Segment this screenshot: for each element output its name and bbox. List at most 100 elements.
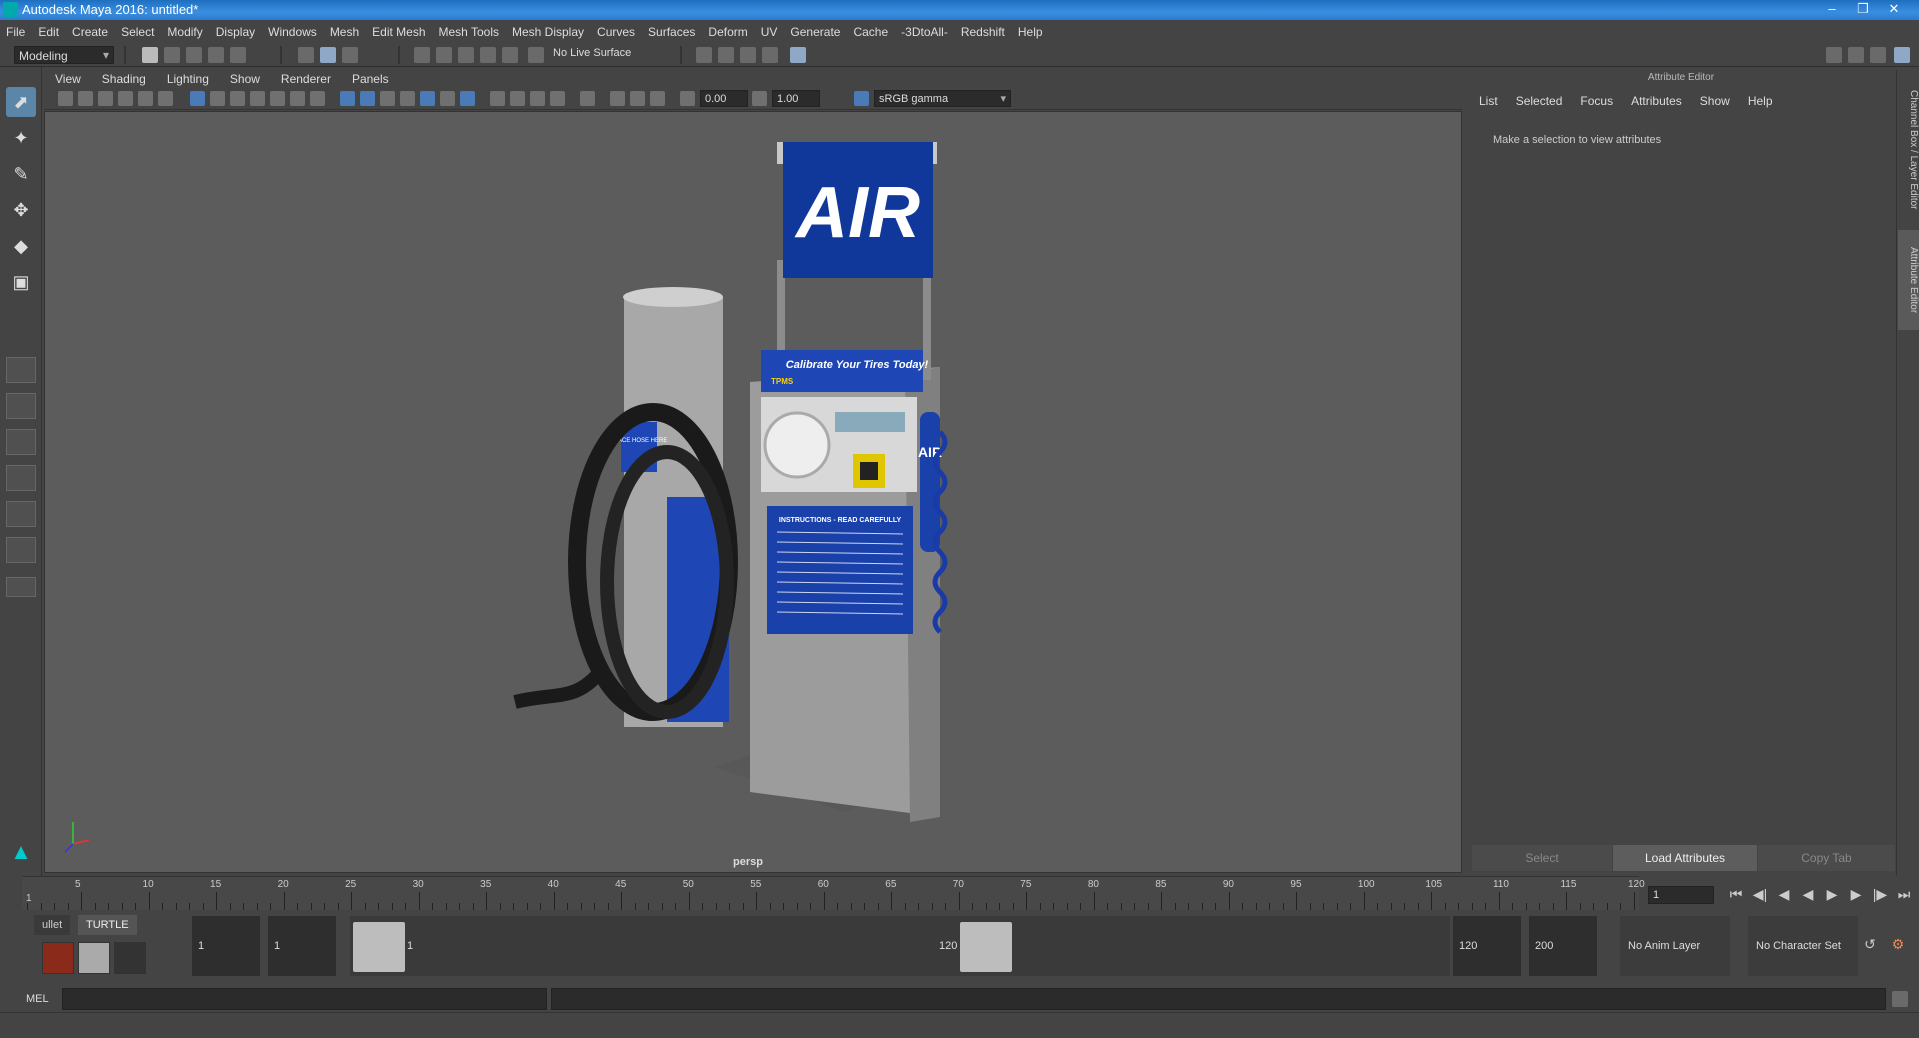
step-back-frame-icon[interactable]: ◀ [1774, 886, 1794, 903]
use-all-lights-icon[interactable] [440, 91, 455, 106]
camera-icon[interactable] [58, 91, 73, 106]
load-attributes-button[interactable]: Load Attributes [1613, 845, 1757, 871]
menu-curves[interactable]: Curves [597, 25, 635, 39]
outliner-layout-icon[interactable] [6, 465, 36, 491]
menu-uv[interactable]: UV [761, 25, 778, 39]
gamma-icon[interactable] [752, 91, 767, 106]
menu-3dtoall[interactable]: -3DtoAll- [901, 25, 948, 39]
surface-sphere-icon[interactable] [114, 942, 146, 974]
channel-box-tab[interactable]: Channel Box / Layer Editor [1898, 80, 1919, 220]
playback-start-field[interactable]: 1 [268, 916, 336, 976]
menu-mesh[interactable]: Mesh [330, 25, 359, 39]
texture-bake-icon[interactable] [78, 942, 110, 974]
motion-blur-icon[interactable] [510, 91, 525, 106]
exposure-field[interactable]: 0.00 [700, 90, 748, 107]
scale-tool-icon[interactable]: ▣ [6, 267, 36, 297]
modeling-toolkit-icon[interactable] [1826, 47, 1842, 63]
screen-space-ao-icon[interactable] [490, 91, 505, 106]
minimize-button[interactable]: – [1818, 0, 1846, 18]
close-button[interactable]: ✕ [1880, 0, 1908, 18]
ipr-render-icon[interactable] [740, 47, 756, 63]
shadows-icon[interactable] [460, 91, 475, 106]
menu-redshift[interactable]: Redshift [961, 25, 1005, 39]
wireframe-icon[interactable] [340, 91, 355, 106]
resolution-gate-icon[interactable] [230, 91, 245, 106]
play-forward-icon[interactable]: ▶ [1822, 886, 1842, 903]
2d-pan-zoom-icon[interactable] [138, 91, 153, 106]
xray-joints-icon[interactable] [630, 91, 645, 106]
menu-windows[interactable]: Windows [268, 25, 317, 39]
film-gate-icon[interactable] [210, 91, 225, 106]
select-tool-icon[interactable]: ⬈ [6, 87, 36, 117]
viewport-menu-shading[interactable]: Shading [102, 72, 146, 86]
attr-menu-focus[interactable]: Focus [1580, 94, 1613, 108]
menu-mesh-tools[interactable]: Mesh Tools [439, 25, 499, 39]
move-tool-icon[interactable]: ✥ [6, 195, 36, 225]
anim-layer-selector[interactable]: No Anim Layer [1620, 916, 1730, 976]
go-to-start-icon[interactable]: ⏮ [1726, 886, 1746, 903]
bake-tool-icon[interactable] [42, 942, 74, 974]
undo-icon[interactable] [208, 47, 224, 63]
textured-icon[interactable] [420, 91, 435, 106]
more-layouts-icon[interactable] [6, 577, 36, 597]
range-end-handle[interactable] [960, 922, 1012, 972]
menu-generate[interactable]: Generate [790, 25, 840, 39]
hypershade-icon[interactable] [790, 47, 806, 63]
step-back-key-icon[interactable]: ◀| [1750, 886, 1770, 903]
single-view-layout-icon[interactable] [6, 357, 36, 383]
snap-grid-icon[interactable] [414, 47, 430, 63]
color-space-selector[interactable]: sRGB gamma ▾ [874, 90, 1011, 107]
menu-select[interactable]: Select [121, 25, 154, 39]
viewport-persp[interactable]: VACUUM PLACE HOSE HERE AIR Calibrate You… [44, 111, 1462, 873]
image-plane-icon[interactable] [118, 91, 133, 106]
menu-create[interactable]: Create [72, 25, 108, 39]
attribute-editor-toggle-icon[interactable] [1848, 47, 1864, 63]
menu-file[interactable]: File [6, 25, 25, 39]
step-forward-frame-icon[interactable]: ▶ [1846, 886, 1866, 903]
snap-surface-icon[interactable] [502, 47, 518, 63]
render-current-frame-icon[interactable] [718, 47, 734, 63]
live-surface-icon[interactable] [528, 47, 544, 63]
end-time-field[interactable]: 200 [1529, 916, 1597, 976]
wireframe-on-shaded-icon[interactable] [400, 91, 415, 106]
attr-menu-selected[interactable]: Selected [1516, 94, 1563, 108]
save-scene-icon[interactable] [186, 47, 202, 63]
attr-menu-attributes[interactable]: Attributes [1631, 94, 1682, 108]
maximize-button[interactable]: ❐ [1849, 0, 1877, 18]
snap-point-icon[interactable] [458, 47, 474, 63]
auto-key-icon[interactable]: ↺ [1860, 936, 1880, 953]
safe-action-icon[interactable] [290, 91, 305, 106]
four-view-layout-icon[interactable] [6, 393, 36, 419]
character-set-selector[interactable]: No Character Set [1748, 916, 1858, 976]
graph-layout-icon[interactable] [6, 501, 36, 527]
shelf-tab-bullet[interactable]: ullet [34, 915, 71, 935]
color-management-icon[interactable] [854, 91, 869, 106]
menu-edit-mesh[interactable]: Edit Mesh [372, 25, 425, 39]
attr-menu-show[interactable]: Show [1700, 94, 1730, 108]
field-chart-icon[interactable] [270, 91, 285, 106]
viewport-menu-lighting[interactable]: Lighting [167, 72, 209, 86]
snap-view-plane-icon[interactable] [480, 47, 496, 63]
backface-culling-icon[interactable] [650, 91, 665, 106]
safe-title-icon[interactable] [310, 91, 325, 106]
playback-end-field[interactable]: 120 [1453, 916, 1521, 976]
select-hierarchy-icon[interactable] [298, 47, 314, 63]
attribute-editor-tab[interactable]: Attribute Editor [1898, 230, 1919, 330]
viewport-menu-show[interactable]: Show [230, 72, 260, 86]
camera-attributes-icon[interactable] [78, 91, 93, 106]
tool-settings-icon[interactable] [1870, 47, 1886, 63]
attr-menu-help[interactable]: Help [1748, 94, 1773, 108]
animation-prefs-icon[interactable]: ⚙ [1888, 936, 1908, 953]
open-scene-icon[interactable] [164, 47, 180, 63]
default-material-icon[interactable] [380, 91, 395, 106]
current-frame-field[interactable]: 1 [1648, 886, 1714, 904]
menu-mesh-display[interactable]: Mesh Display [512, 25, 584, 39]
rotate-tool-icon[interactable]: ◆ [6, 231, 36, 261]
select-component-icon[interactable] [342, 47, 358, 63]
new-scene-icon[interactable] [142, 47, 158, 63]
go-to-end-icon[interactable]: ⏭ [1894, 886, 1914, 903]
depth-of-field-icon[interactable] [550, 91, 565, 106]
menu-cache[interactable]: Cache [853, 25, 888, 39]
menu-display[interactable]: Display [216, 25, 255, 39]
command-language-label[interactable]: MEL [26, 993, 49, 1005]
